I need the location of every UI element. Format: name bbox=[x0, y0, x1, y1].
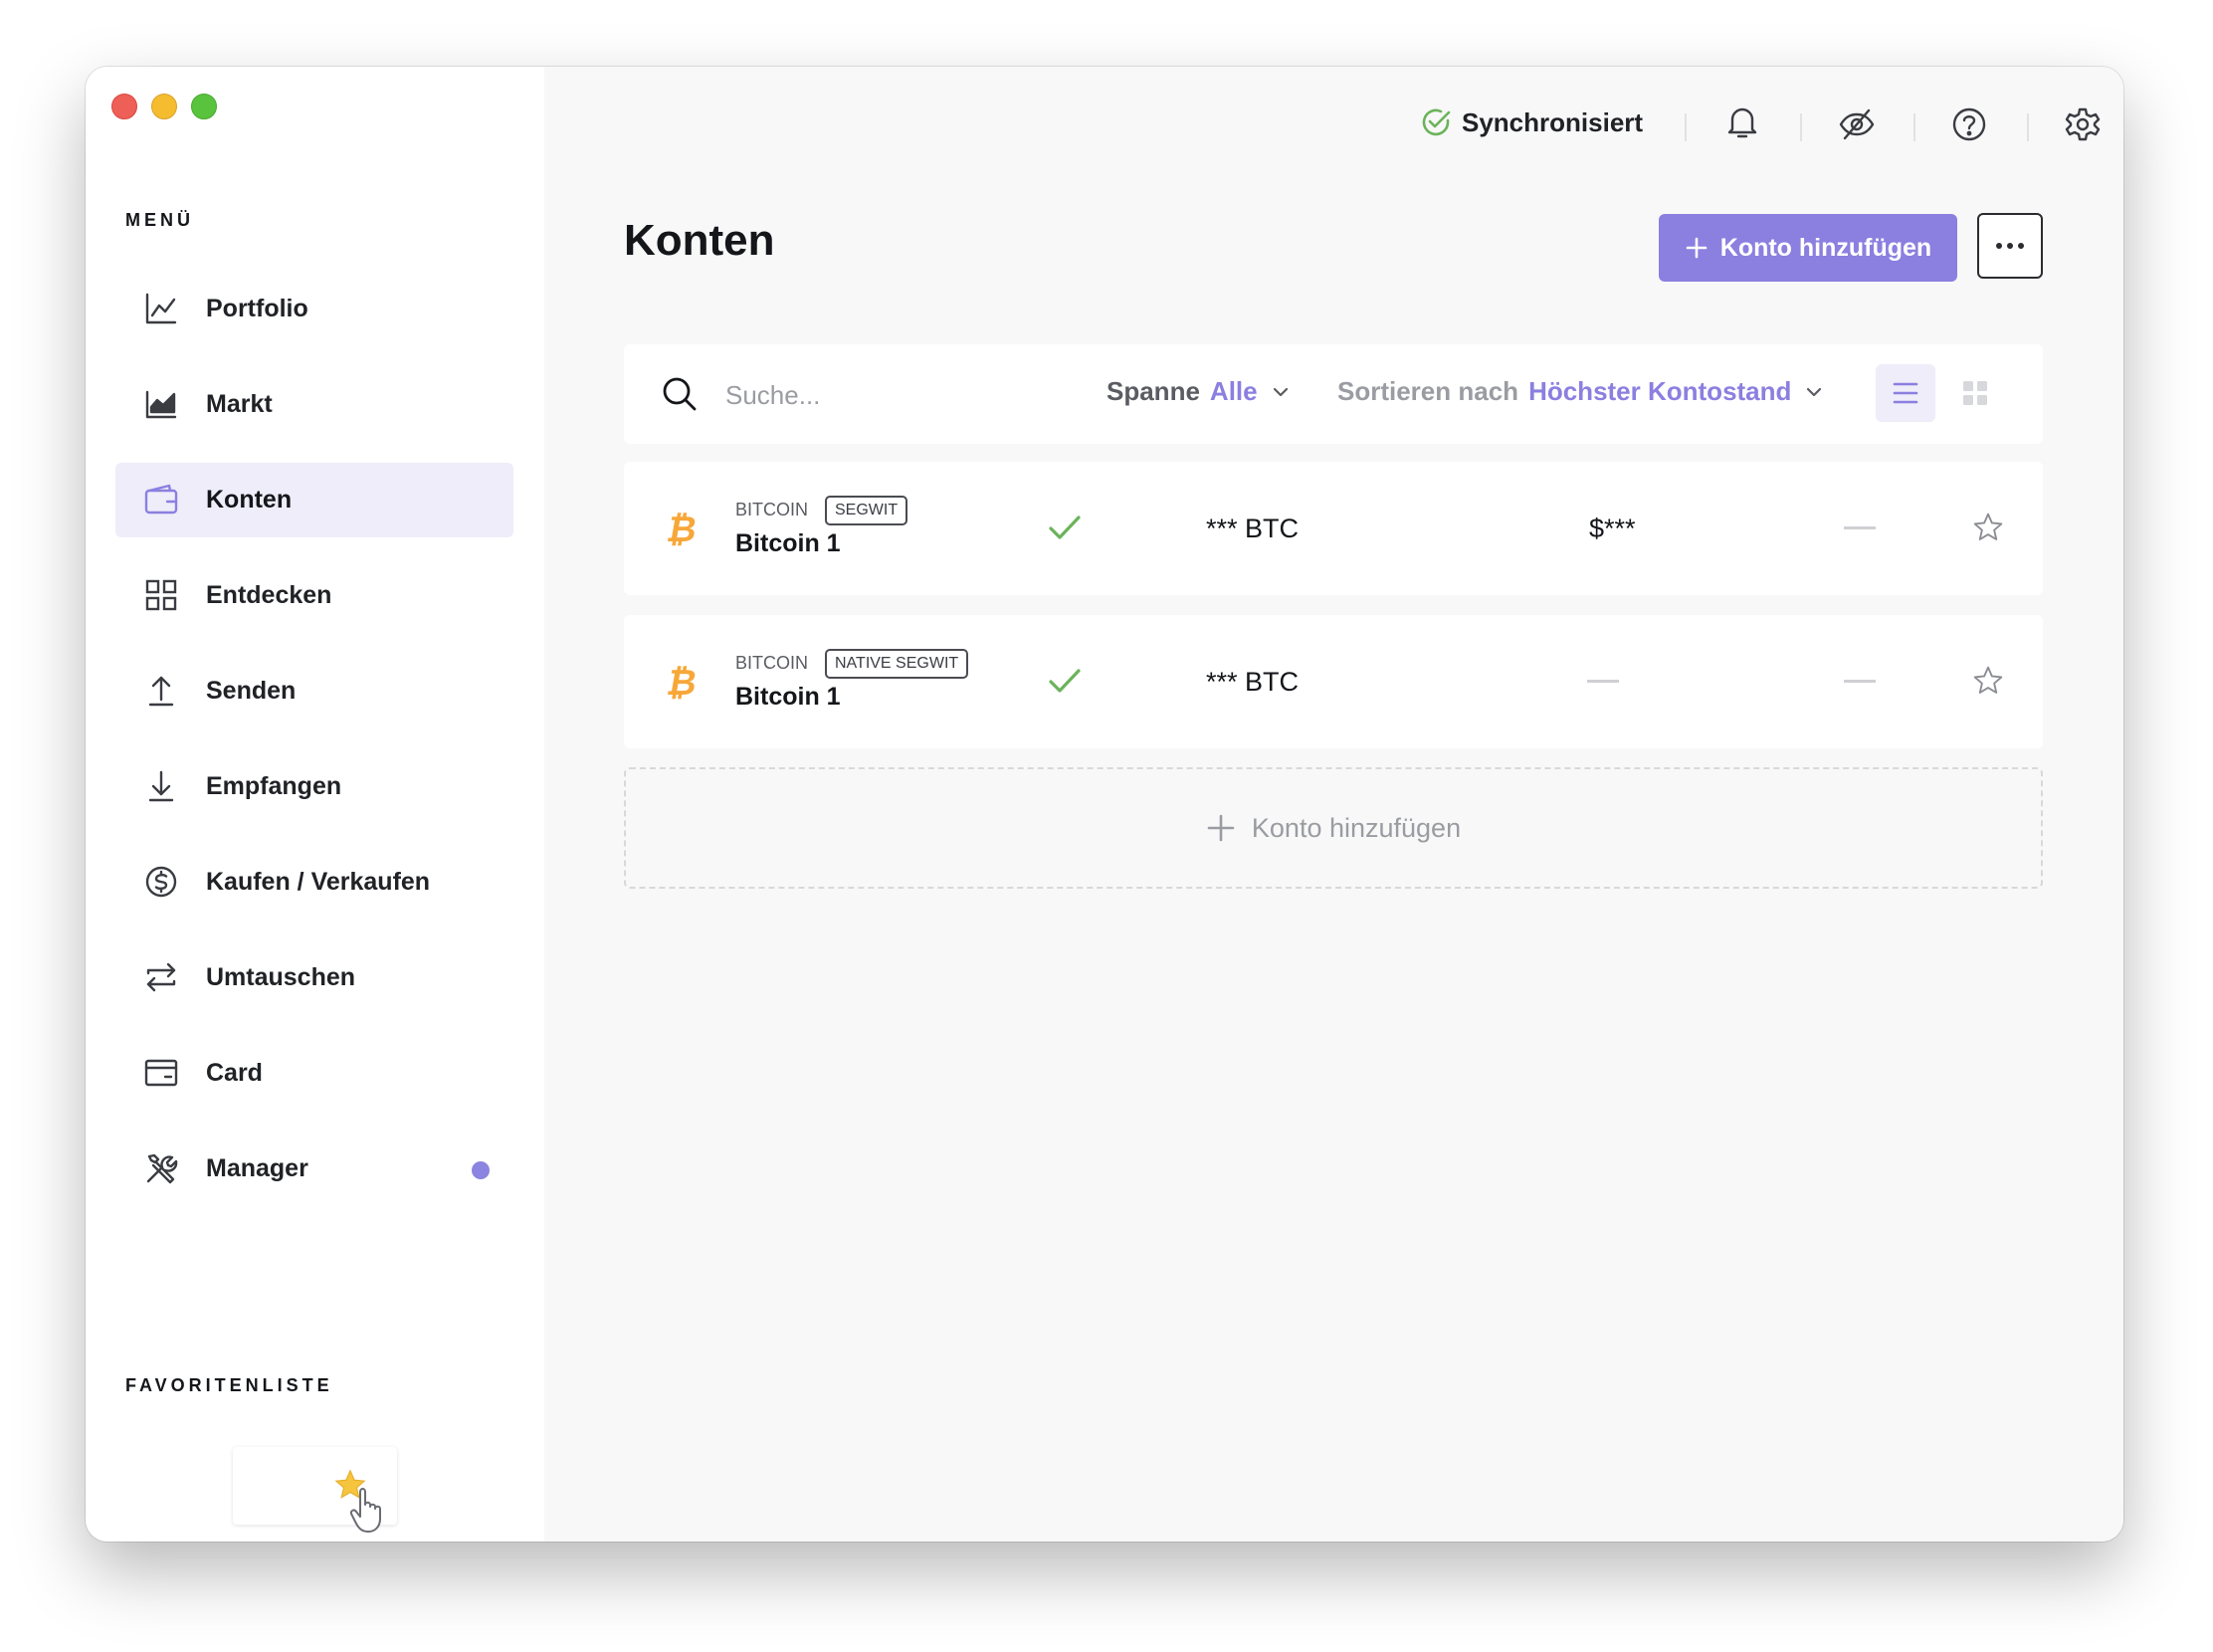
window-maximize-button[interactable] bbox=[191, 94, 217, 119]
sidebar-item-label: Konten bbox=[206, 486, 293, 514]
market-chart-icon bbox=[145, 390, 177, 419]
gear-icon[interactable] bbox=[2065, 106, 2101, 142]
svg-text:₿: ₿ bbox=[668, 510, 701, 549]
sidebar-item-label: Entdecken bbox=[206, 581, 332, 609]
eye-off-icon[interactable] bbox=[1838, 107, 1876, 141]
more-options-button[interactable] bbox=[1977, 213, 2043, 279]
chevron-down-icon bbox=[1807, 387, 1822, 396]
arrow-up-icon bbox=[148, 676, 174, 707]
sync-label: Synchronisiert bbox=[1462, 106, 1644, 137]
add-account-button[interactable]: Konto hinzufügen bbox=[1659, 214, 1957, 282]
card-icon bbox=[144, 1059, 178, 1087]
account-family: BITCOIN bbox=[735, 653, 809, 673]
plus-icon bbox=[1207, 814, 1235, 842]
sidebar-item-label: Card bbox=[206, 1059, 263, 1087]
change-placeholder-dash bbox=[1844, 680, 1876, 683]
range-filter-label: Spanne bbox=[1106, 376, 1200, 406]
sidebar-item-label: Kaufen / Verkaufen bbox=[206, 868, 431, 896]
account-row[interactable]: ₿ BITCOIN SEGWIT Bitcoin 1 *** BTC $*** bbox=[624, 462, 2043, 595]
sort-filter-label: Sortieren nach bbox=[1337, 376, 1519, 406]
account-family: BITCOIN bbox=[735, 500, 809, 519]
swap-arrows-icon bbox=[146, 962, 176, 992]
notification-dot bbox=[472, 1161, 490, 1179]
window-close-button[interactable] bbox=[111, 94, 137, 119]
sidebar-item-label: Manager bbox=[206, 1154, 308, 1182]
plus-icon bbox=[1686, 237, 1708, 259]
sidebar-item-card[interactable]: Card bbox=[115, 1036, 513, 1111]
grid-icon bbox=[145, 579, 177, 611]
arrow-down-icon bbox=[148, 770, 174, 802]
sidebar: MENÜ Portfolio Markt Konten Entdecken Se… bbox=[86, 67, 544, 1542]
sync-check-icon bbox=[1422, 108, 1451, 136]
divider bbox=[1685, 113, 1687, 141]
star-outline-icon[interactable] bbox=[1972, 512, 2004, 543]
fiat-placeholder-dash bbox=[1587, 680, 1619, 683]
add-account-placeholder-button[interactable]: Konto hinzufügen bbox=[624, 767, 2043, 889]
chevron-down-icon bbox=[1273, 387, 1288, 396]
divider bbox=[1800, 113, 1802, 141]
sidebar-item-entdecken[interactable]: Entdecken bbox=[115, 558, 513, 633]
add-account-button-label: Konto hinzufügen bbox=[1719, 233, 1932, 262]
dollar-circle-icon bbox=[145, 866, 177, 898]
add-account-placeholder-label: Konto hinzufügen bbox=[1251, 812, 1462, 843]
synced-check-icon bbox=[1049, 669, 1081, 693]
sidebar-item-label: Markt bbox=[206, 390, 273, 418]
bitcoin-icon: ₿ bbox=[668, 510, 701, 549]
account-name: Bitcoin 1 bbox=[735, 683, 841, 711]
divider bbox=[1913, 113, 1915, 141]
grid-view-icon bbox=[1963, 381, 1987, 405]
sidebar-item-konten[interactable]: Konten bbox=[115, 463, 513, 537]
tools-icon bbox=[146, 1153, 178, 1184]
bell-icon[interactable] bbox=[1725, 104, 1759, 140]
account-name: Bitcoin 1 bbox=[735, 529, 841, 557]
wallet-icon bbox=[144, 484, 178, 515]
sidebar-item-label: Empfangen bbox=[206, 772, 342, 800]
list-view-icon bbox=[1893, 382, 1918, 404]
star-outline-icon[interactable] bbox=[1972, 665, 2004, 697]
app-window: MENÜ Portfolio Markt Konten Entdecken Se… bbox=[86, 67, 2123, 1542]
accounts-toolbar: Spanne Alle Sortieren nach Höchster Kont… bbox=[624, 344, 2043, 444]
search-icon bbox=[663, 377, 697, 411]
sidebar-item-portfolio[interactable]: Portfolio bbox=[115, 272, 513, 346]
pointer-hand-icon bbox=[349, 1488, 381, 1533]
sidebar-item-senden[interactable]: Senden bbox=[115, 654, 513, 728]
page-title: Konten bbox=[624, 216, 775, 265]
account-row[interactable]: ₿ BITCOIN NATIVE SEGWIT Bitcoin 1 *** BT… bbox=[624, 615, 2043, 748]
favorites-title: FAVORITENLISTE bbox=[125, 1375, 333, 1395]
account-balance: *** BTC bbox=[1206, 667, 1300, 697]
sidebar-item-empfangen[interactable]: Empfangen bbox=[115, 749, 513, 824]
change-placeholder-dash bbox=[1844, 526, 1876, 529]
list-view-button[interactable] bbox=[1876, 364, 1935, 422]
account-tag: SEGWIT bbox=[825, 496, 908, 525]
synced-check-icon bbox=[1049, 516, 1081, 539]
svg-text:₿: ₿ bbox=[668, 663, 701, 703]
sidebar-item-markt[interactable]: Markt bbox=[115, 367, 513, 442]
favorites-placeholder bbox=[233, 1447, 397, 1533]
ellipsis-icon bbox=[1996, 243, 2024, 249]
divider bbox=[2027, 113, 2029, 141]
help-icon[interactable] bbox=[1951, 106, 1987, 142]
range-filter-value: Alle bbox=[1209, 376, 1258, 406]
bitcoin-icon: ₿ bbox=[668, 663, 701, 703]
window-minimize-button[interactable] bbox=[151, 94, 177, 119]
account-tag: NATIVE SEGWIT bbox=[825, 649, 969, 679]
range-filter[interactable]: Spanne Alle bbox=[1106, 376, 1290, 407]
sidebar-item-umtauschen[interactable]: Umtauschen bbox=[115, 940, 513, 1015]
sidebar-item-label: Umtauschen bbox=[206, 963, 356, 991]
grid-view-button[interactable] bbox=[1945, 364, 2005, 422]
sidebar-item-manager[interactable]: Manager bbox=[115, 1132, 513, 1206]
account-balance: *** BTC bbox=[1206, 514, 1300, 543]
menu-title: MENÜ bbox=[125, 210, 194, 230]
sort-filter[interactable]: Sortieren nach Höchster Kontostand bbox=[1337, 376, 1823, 407]
sidebar-item-label: Senden bbox=[206, 677, 297, 705]
sidebar-item-kaufen-verkaufen[interactable]: Kaufen / Verkaufen bbox=[115, 845, 513, 920]
main-content: Synchronisiert Konten Konto hinzufügen S… bbox=[544, 67, 2123, 1542]
sync-status: Synchronisiert bbox=[1420, 101, 1643, 144]
chart-line-icon bbox=[145, 293, 177, 324]
sidebar-item-label: Portfolio bbox=[206, 295, 308, 322]
search-input[interactable] bbox=[723, 374, 1046, 416]
account-fiat-value: $*** bbox=[1589, 514, 1636, 543]
sort-filter-value: Höchster Kontostand bbox=[1528, 376, 1792, 406]
